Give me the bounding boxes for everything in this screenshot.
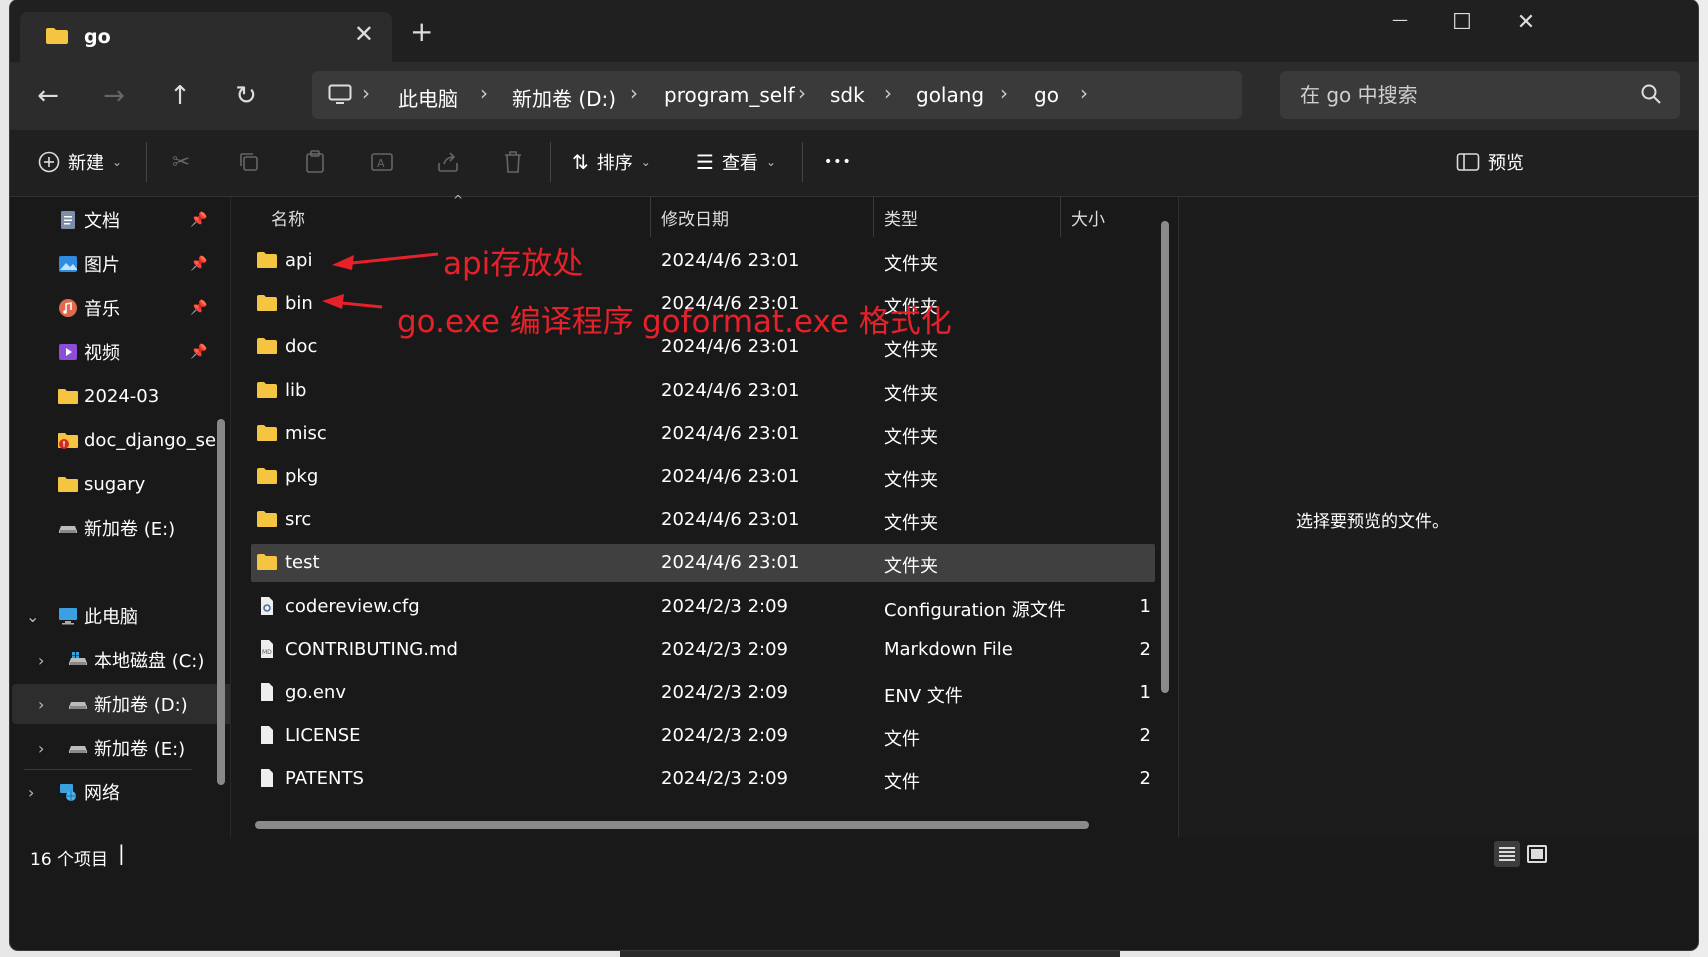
file-explorer-window: go ✕ + — ☐ ✕ ← → ↑ ↻ › 此电脑 › 新加卷 (D:) › … <box>10 0 1698 950</box>
annotation-arrows <box>322 252 439 309</box>
arrow-to-api <box>332 252 439 270</box>
annotation-api: api存放处 <box>443 246 584 282</box>
annotation-gofmt-exe: goformat.exe 格式化 <box>642 304 952 340</box>
background-app-strip <box>620 950 1120 957</box>
annotation-go-exe: go.exe 编译程序 <box>397 304 634 340</box>
arrow-to-bin <box>322 294 383 309</box>
